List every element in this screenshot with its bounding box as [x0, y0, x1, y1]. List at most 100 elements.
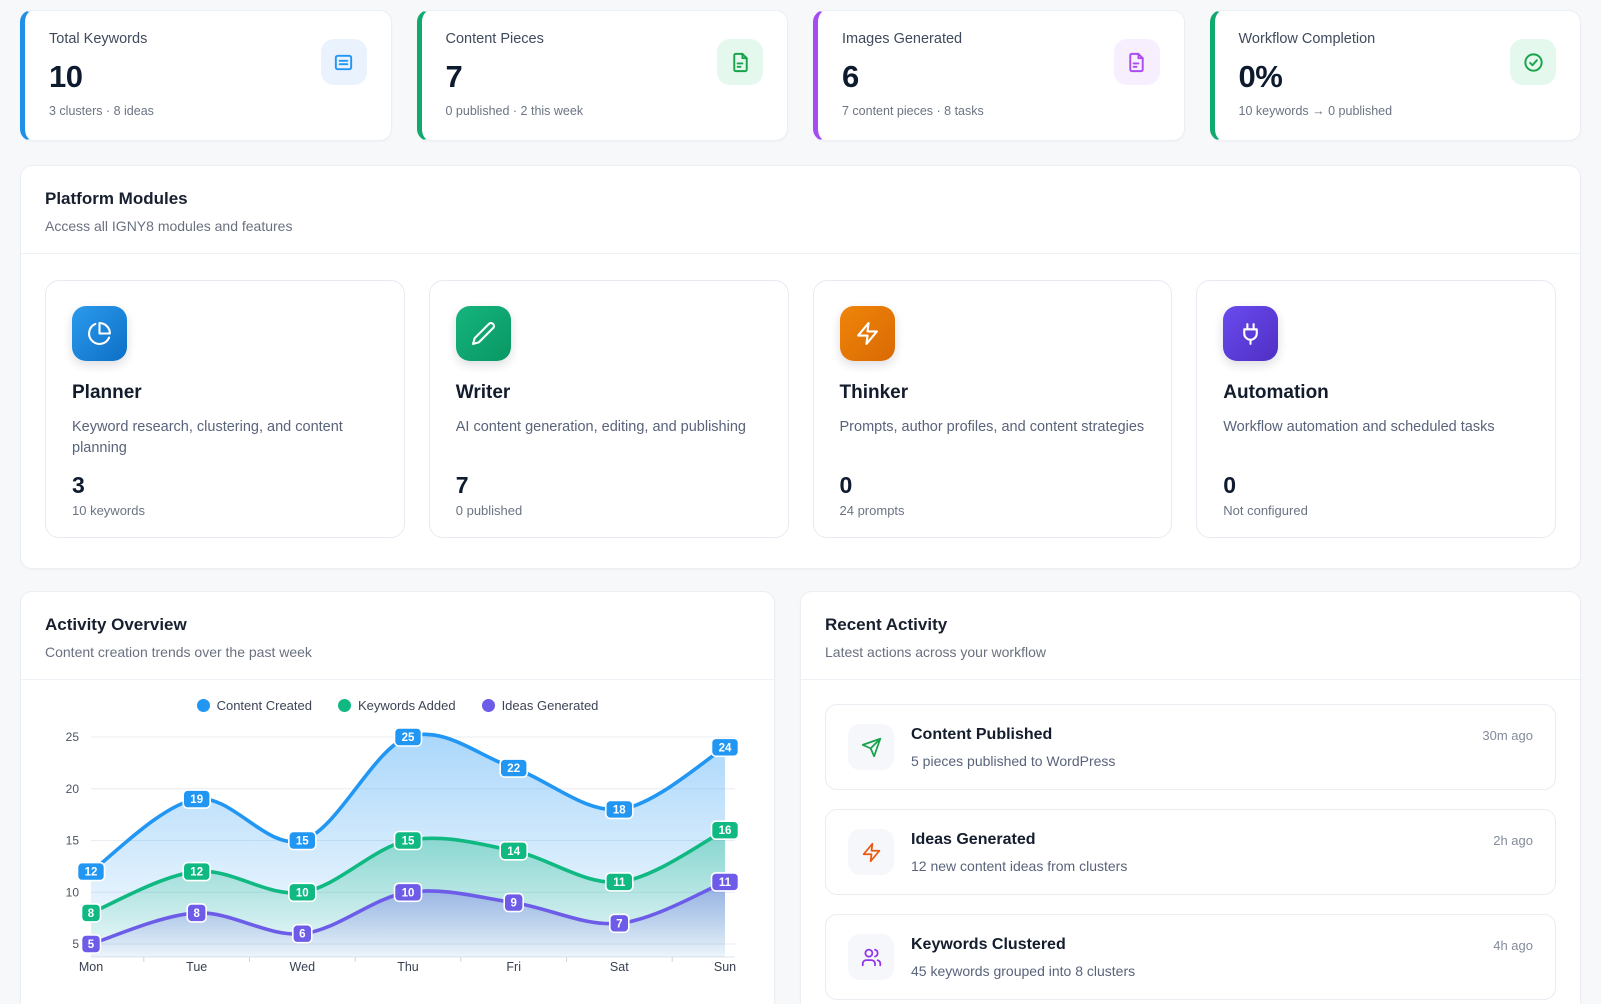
svg-text:20: 20 [66, 782, 80, 796]
stat-value: 6 [842, 59, 1160, 95]
module-value: 3 [72, 472, 378, 499]
legend-dot [482, 699, 495, 712]
module-name: Planner [72, 382, 378, 404]
activity-overview-subtitle: Content creation trends over the past we… [45, 644, 750, 660]
activity-timestamp: 30m ago [1482, 724, 1533, 743]
activity-title: Ideas Generated [911, 831, 1476, 849]
platform-modules-panel: Platform Modules Access all IGNY8 module… [20, 165, 1581, 569]
zap-icon [840, 306, 895, 361]
stat-label: Images Generated [842, 31, 1160, 47]
users-icon [848, 934, 894, 980]
activity-timestamp: 2h ago [1493, 829, 1533, 848]
svg-text:Mon: Mon [79, 960, 103, 974]
module-subtext: 24 prompts [840, 503, 1146, 518]
file-image-icon [1114, 39, 1160, 85]
svg-text:5: 5 [88, 939, 95, 951]
activity-item-keywords-clustered[interactable]: Keywords Clustered 45 keywords grouped i… [825, 914, 1556, 1000]
stat-value: 7 [446, 59, 764, 95]
module-value: 7 [456, 472, 762, 499]
legend-label: Keywords Added [358, 698, 456, 713]
activity-description: 45 keywords grouped into 8 clusters [911, 963, 1476, 979]
svg-text:24: 24 [719, 742, 732, 754]
svg-text:Thu: Thu [397, 960, 419, 974]
activity-description: 5 pieces published to WordPress [911, 753, 1465, 769]
svg-text:10: 10 [402, 887, 415, 899]
stat-card-total-keywords: Total Keywords 10 3 clusters · 8 ideas [20, 10, 392, 141]
recent-activity-subtitle: Latest actions across your workflow [825, 644, 1556, 660]
svg-text:16: 16 [719, 825, 732, 837]
activity-chart: 5101520251219152522182481210151411165861… [21, 715, 774, 1004]
svg-text:18: 18 [613, 804, 626, 816]
activity-description: 12 new content ideas from clusters [911, 858, 1476, 874]
stat-value: 10 [49, 59, 367, 95]
check-circle-icon [1510, 39, 1556, 85]
pencil-icon [456, 306, 511, 361]
legend-dot [338, 699, 351, 712]
svg-text:Tue: Tue [186, 960, 207, 974]
stat-subtext: 7 content pieces · 8 tasks [842, 104, 1160, 118]
dashboard-page: Total Keywords 10 3 clusters · 8 ideas C… [0, 0, 1601, 1004]
svg-text:Fri: Fri [506, 960, 521, 974]
svg-text:6: 6 [299, 929, 305, 941]
activity-list: Content Published 5 pieces published to … [801, 680, 1580, 1004]
module-card-automation[interactable]: Automation Workflow automation and sched… [1196, 280, 1556, 538]
stat-card-workflow-completion: Workflow Completion 0% 10 keywords → 0 p… [1210, 10, 1582, 141]
stat-value: 0% [1239, 59, 1557, 95]
legend-item-ideas-generated[interactable]: Ideas Generated [482, 698, 599, 713]
legend-item-content-created[interactable]: Content Created [197, 698, 312, 713]
send-icon [848, 724, 894, 770]
svg-text:11: 11 [719, 877, 732, 889]
legend-label: Content Created [217, 698, 312, 713]
svg-text:Sat: Sat [610, 960, 629, 974]
list-icon [321, 39, 367, 85]
svg-text:9: 9 [510, 898, 516, 910]
activity-title: Keywords Clustered [911, 936, 1476, 954]
activity-title: Content Published [911, 726, 1465, 744]
activity-item-content-published[interactable]: Content Published 5 pieces published to … [825, 704, 1556, 790]
svg-text:14: 14 [507, 846, 520, 858]
module-card-planner[interactable]: Planner Keyword research, clustering, an… [45, 280, 405, 538]
module-card-thinker[interactable]: Thinker Prompts, author profiles, and co… [813, 280, 1173, 538]
svg-text:7: 7 [616, 918, 622, 930]
legend-item-keywords-added[interactable]: Keywords Added [338, 698, 456, 713]
svg-text:12: 12 [190, 867, 203, 879]
module-value: 0 [1223, 472, 1529, 499]
svg-text:25: 25 [66, 730, 80, 744]
zap-icon [848, 829, 894, 875]
module-description: Keyword research, clustering, and conten… [72, 417, 378, 459]
plug-icon [1223, 306, 1278, 361]
module-card-writer[interactable]: Writer AI content generation, editing, a… [429, 280, 789, 538]
legend-label: Ideas Generated [502, 698, 599, 713]
modules-grid: Planner Keyword research, clustering, an… [21, 254, 1580, 568]
stat-label: Total Keywords [49, 31, 367, 47]
svg-text:12: 12 [85, 867, 98, 879]
module-description: AI content generation, editing, and publ… [456, 417, 762, 459]
module-name: Automation [1223, 382, 1529, 404]
svg-text:8: 8 [88, 908, 95, 920]
svg-text:10: 10 [296, 887, 309, 899]
recent-activity-title: Recent Activity [825, 615, 1556, 635]
svg-text:22: 22 [507, 763, 520, 775]
stats-row: Total Keywords 10 3 clusters · 8 ideas C… [20, 10, 1581, 141]
svg-text:10: 10 [66, 885, 80, 899]
activity-overview-panel: Activity Overview Content creation trend… [20, 591, 775, 1004]
activity-timestamp: 4h ago [1493, 934, 1533, 953]
activity-item-ideas-generated[interactable]: Ideas Generated 12 new content ideas fro… [825, 809, 1556, 895]
svg-text:15: 15 [66, 834, 80, 848]
module-name: Thinker [840, 382, 1146, 404]
svg-text:11: 11 [613, 877, 626, 889]
svg-text:15: 15 [296, 836, 309, 848]
module-subtext: 10 keywords [72, 503, 378, 518]
module-subtext: 0 published [456, 503, 762, 518]
module-description: Prompts, author profiles, and content st… [840, 417, 1146, 459]
stat-subtext: 10 keywords → 0 published [1239, 104, 1557, 118]
stat-subtext: 0 published · 2 this week [446, 104, 764, 118]
stat-card-content-pieces: Content Pieces 7 0 published · 2 this we… [417, 10, 789, 141]
stat-card-images-generated: Images Generated 6 7 content pieces · 8 … [813, 10, 1185, 141]
module-value: 0 [840, 472, 1146, 499]
svg-text:5: 5 [72, 937, 79, 951]
svg-text:25: 25 [402, 732, 415, 744]
module-subtext: Not configured [1223, 503, 1529, 518]
file-text-icon [717, 39, 763, 85]
svg-text:8: 8 [193, 908, 200, 920]
